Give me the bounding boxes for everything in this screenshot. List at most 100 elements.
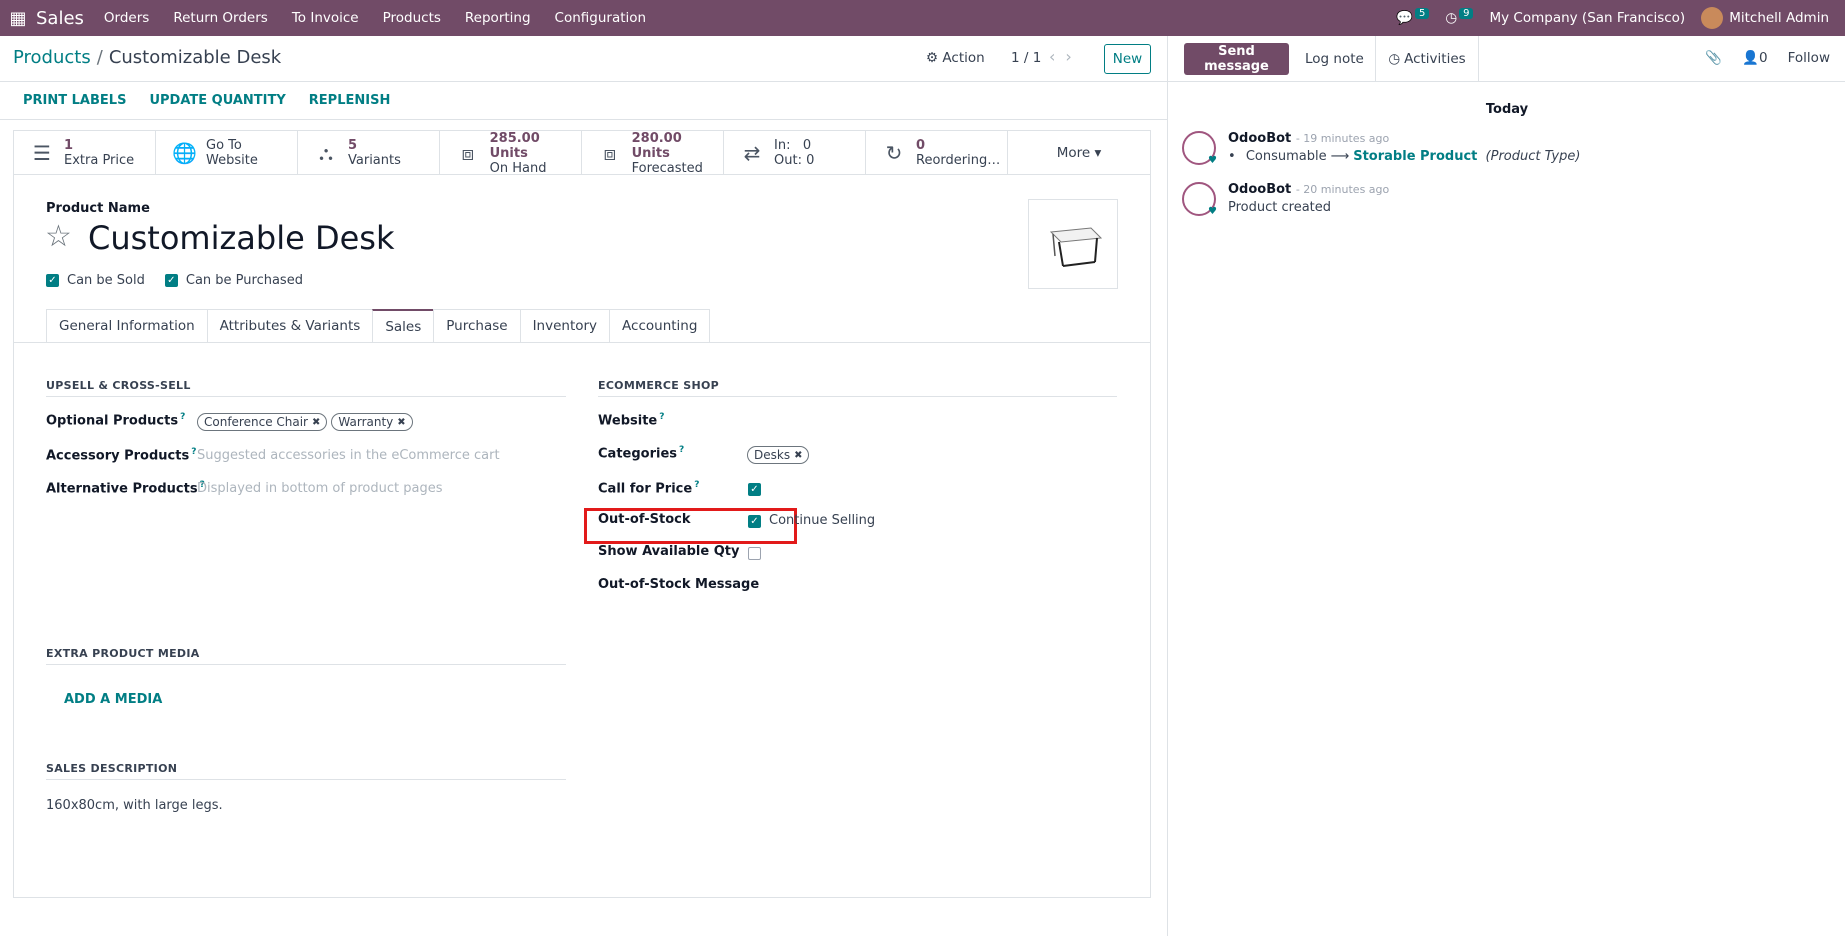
new-value: Storable Product xyxy=(1353,149,1478,164)
remove-tag-icon[interactable]: ✖ xyxy=(312,417,320,428)
gear-icon: ⚙ xyxy=(926,50,939,66)
upsell-section-title: UPSELL & CROSS-SELL xyxy=(46,379,566,397)
arrow-right-icon: ⟶ xyxy=(1330,149,1350,164)
messages-button[interactable]: 💬 5 xyxy=(1396,8,1430,26)
log-note-button[interactable]: Log note xyxy=(1305,51,1364,67)
message-time: - 20 minutes ago xyxy=(1295,183,1390,196)
add-media-button[interactable]: ADD A MEDIA xyxy=(64,692,162,707)
author-name[interactable]: OdooBot xyxy=(1228,182,1291,197)
send-message-button[interactable]: Send message xyxy=(1184,43,1289,75)
paperclip-icon[interactable]: 📎 xyxy=(1705,50,1722,66)
activities-badge: 9 xyxy=(1459,8,1474,19)
help-icon[interactable]: ? xyxy=(180,412,185,422)
menu-configuration[interactable]: Configuration xyxy=(555,10,647,26)
remove-tag-icon[interactable]: ✖ xyxy=(397,417,405,428)
clock-icon: ◷ xyxy=(1388,51,1401,67)
breadcrumb-products[interactable]: Products xyxy=(13,47,91,68)
optional-products-text: Optional Products xyxy=(46,413,179,429)
action-label: Action xyxy=(942,50,985,66)
message-body: Product created xyxy=(1228,200,1332,215)
activities-label: Activities xyxy=(1404,51,1466,67)
chatter-right-actions: 📎 👤0 Follow xyxy=(1705,50,1830,66)
ecommerce-section-title: ECOMMERCE SHOP xyxy=(598,379,1117,397)
pager-value[interactable]: 1 / 1 xyxy=(1011,50,1041,66)
tab-inventory[interactable]: Inventory xyxy=(519,309,610,343)
call-for-price-checkbox[interactable]: ✓ xyxy=(748,483,761,496)
chevron-left-icon[interactable]: ‹ xyxy=(1049,47,1065,66)
tag-desks: Desks ✖ xyxy=(747,446,810,464)
breadcrumb: Products / Customizable Desk xyxy=(13,47,281,68)
help-icon[interactable]: ? xyxy=(679,445,684,455)
stat-label: Reordering… xyxy=(916,153,1001,168)
stat-label: Variants xyxy=(348,153,401,168)
user-menu[interactable]: Mitchell Admin xyxy=(1701,7,1829,29)
tab-accounting[interactable]: Accounting xyxy=(609,309,711,343)
smart-button-forecasted[interactable]: ⧈ 280.00 Units Forecasted xyxy=(582,131,724,176)
author-name[interactable]: OdooBot xyxy=(1228,131,1291,146)
menu-return-orders[interactable]: Return Orders xyxy=(173,10,268,26)
stat-label: On Hand xyxy=(489,160,547,176)
can-be-purchased-label: Can be Purchased xyxy=(185,273,303,288)
smart-button-on-hand[interactable]: ⧈ 285.00 Units On Hand xyxy=(440,131,582,176)
tab-general-information[interactable]: General Information xyxy=(46,309,207,343)
tab-divider xyxy=(14,342,1150,343)
can-be-sold-checkbox[interactable]: ✓ xyxy=(46,274,59,287)
menu-to-invoice[interactable]: To Invoice xyxy=(292,10,359,26)
stat-value: 0 xyxy=(916,138,926,153)
activities-button[interactable]: ◷ Activities xyxy=(1375,36,1479,82)
smart-button-extra-price[interactable]: ☰ 1 Extra Price xyxy=(14,131,156,175)
tab-sales[interactable]: Sales xyxy=(372,309,434,343)
product-name-field[interactable]: Customizable Desk xyxy=(88,219,394,257)
stat-label: Out: 0 xyxy=(774,153,815,168)
chevron-right-icon[interactable]: › xyxy=(1065,47,1081,66)
tag-label: Conference Chair xyxy=(204,415,308,429)
accessory-products-input[interactable]: Suggested accessories in the eCommerce c… xyxy=(197,448,500,463)
chatter-panel: Send message Log note ◷ Activities 📎 👤0 F… xyxy=(1167,36,1845,936)
smart-button-reordering[interactable]: ↻ 0 Reordering… xyxy=(866,131,1008,175)
tab-attributes-variants[interactable]: Attributes & Variants xyxy=(206,309,373,343)
list-icon: ☰ xyxy=(33,141,51,165)
optional-products-field[interactable]: Conference Chair ✖ Warranty ✖ xyxy=(197,413,417,431)
help-icon[interactable]: ? xyxy=(659,412,664,422)
website-text: Website xyxy=(598,413,658,429)
alternative-products-input[interactable]: Displayed in bottom of product pages xyxy=(197,481,442,496)
product-image[interactable] xyxy=(1028,199,1118,289)
help-icon[interactable]: ? xyxy=(191,447,196,457)
call-for-price-label: Call for Price? xyxy=(598,480,699,496)
show-available-qty-checkbox[interactable] xyxy=(748,547,761,560)
status-bar: PRINT LABELS UPDATE QUANTITY REPLENISH xyxy=(0,82,1167,120)
messages-badge: 5 xyxy=(1414,8,1430,19)
apps-menu-icon[interactable]: ▦ xyxy=(0,0,36,36)
new-button[interactable]: New xyxy=(1104,44,1151,74)
message-author: OdooBot - 20 minutes ago xyxy=(1228,182,1389,197)
app-name[interactable]: Sales xyxy=(36,8,84,29)
sale-purchase-checkboxes: ✓ Can be Sold ✓ Can be Purchased xyxy=(46,273,303,288)
menu-reporting[interactable]: Reporting xyxy=(465,10,531,26)
smart-button-website[interactable]: 🌐 Go To Website xyxy=(156,131,298,175)
follow-button[interactable]: Follow xyxy=(1788,50,1830,66)
form-view: Products / Customizable Desk ⚙ Action 1 / … xyxy=(0,36,1167,936)
star-icon[interactable]: ☆ xyxy=(45,219,72,254)
followers-button[interactable]: 👤0 xyxy=(1742,50,1767,66)
can-be-purchased-checkbox[interactable]: ✓ xyxy=(164,274,178,287)
replenish-button[interactable]: REPLENISH xyxy=(309,93,391,108)
categories-field[interactable]: Desks ✖ xyxy=(747,446,813,464)
smart-button-variants[interactable]: ⛬ 5 Variants xyxy=(298,131,440,175)
update-quantity-button[interactable]: UPDATE QUANTITY xyxy=(149,93,285,108)
tab-purchase[interactable]: Purchase xyxy=(433,309,520,343)
smart-button-more[interactable]: More ▾ xyxy=(1008,131,1150,175)
menu-products[interactable]: Products xyxy=(383,10,441,26)
activities-button[interactable]: ◷ 9 xyxy=(1445,8,1474,26)
help-icon[interactable]: ? xyxy=(694,480,699,490)
print-labels-button[interactable]: PRINT LABELS xyxy=(23,93,126,108)
stat-value: Go To xyxy=(206,138,242,153)
company-switcher[interactable]: My Company (San Francisco) xyxy=(1489,10,1685,26)
menu-orders[interactable]: Orders xyxy=(104,10,149,26)
action-menu-button[interactable]: ⚙ Action xyxy=(926,50,985,66)
stat-value: In: 0 xyxy=(774,138,812,153)
continue-selling-checkbox[interactable]: ✓ xyxy=(748,515,761,528)
remove-tag-icon[interactable]: ✖ xyxy=(794,450,802,461)
smart-button-in-out[interactable]: ⇄ In: 0 Out: 0 xyxy=(724,131,866,175)
refresh-icon: ↻ xyxy=(885,141,903,165)
sales-description-field[interactable]: 160x80cm, with large legs. xyxy=(46,798,223,813)
